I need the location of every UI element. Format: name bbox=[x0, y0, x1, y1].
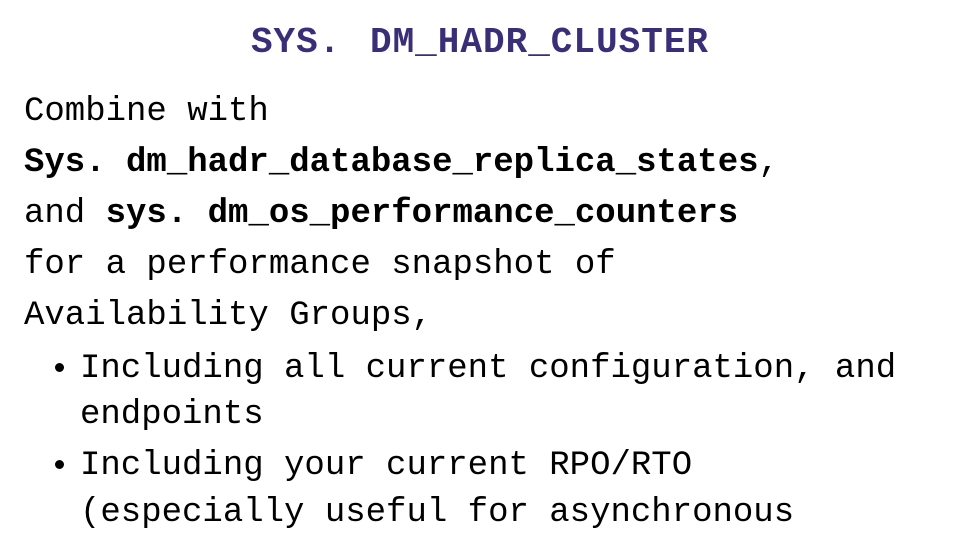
slide-title: SYS. DM_HADR_CLUSTER bbox=[24, 22, 936, 63]
body-line-4: for a performance snapshot of bbox=[24, 242, 936, 289]
bullet-item-1: Including all current configuration, and… bbox=[80, 346, 936, 440]
bullet-item-2: Including your current RPO/RTO (especial… bbox=[80, 443, 936, 537]
dmv-perf-counters: sys. dm_os_performance_counters bbox=[106, 195, 739, 233]
dmv-replica-states: Sys. dm_hadr_database_replica_states bbox=[24, 144, 759, 182]
body-line-2: Sys. dm_hadr_database_replica_states, bbox=[24, 140, 936, 187]
body-line-1: Combine with bbox=[24, 89, 936, 136]
bullet-list: Including all current configuration, and… bbox=[24, 346, 936, 538]
body-line-3: and sys. dm_os_performance_counters bbox=[24, 191, 936, 238]
slide-body: Combine with Sys. dm_hadr_database_repli… bbox=[24, 89, 936, 537]
slide: SYS. DM_HADR_CLUSTER Combine with Sys. d… bbox=[0, 0, 960, 540]
body-line-3-lead: and bbox=[24, 195, 106, 233]
body-line-5: Availability Groups, bbox=[24, 293, 936, 340]
body-line-2-tail: , bbox=[759, 144, 779, 182]
